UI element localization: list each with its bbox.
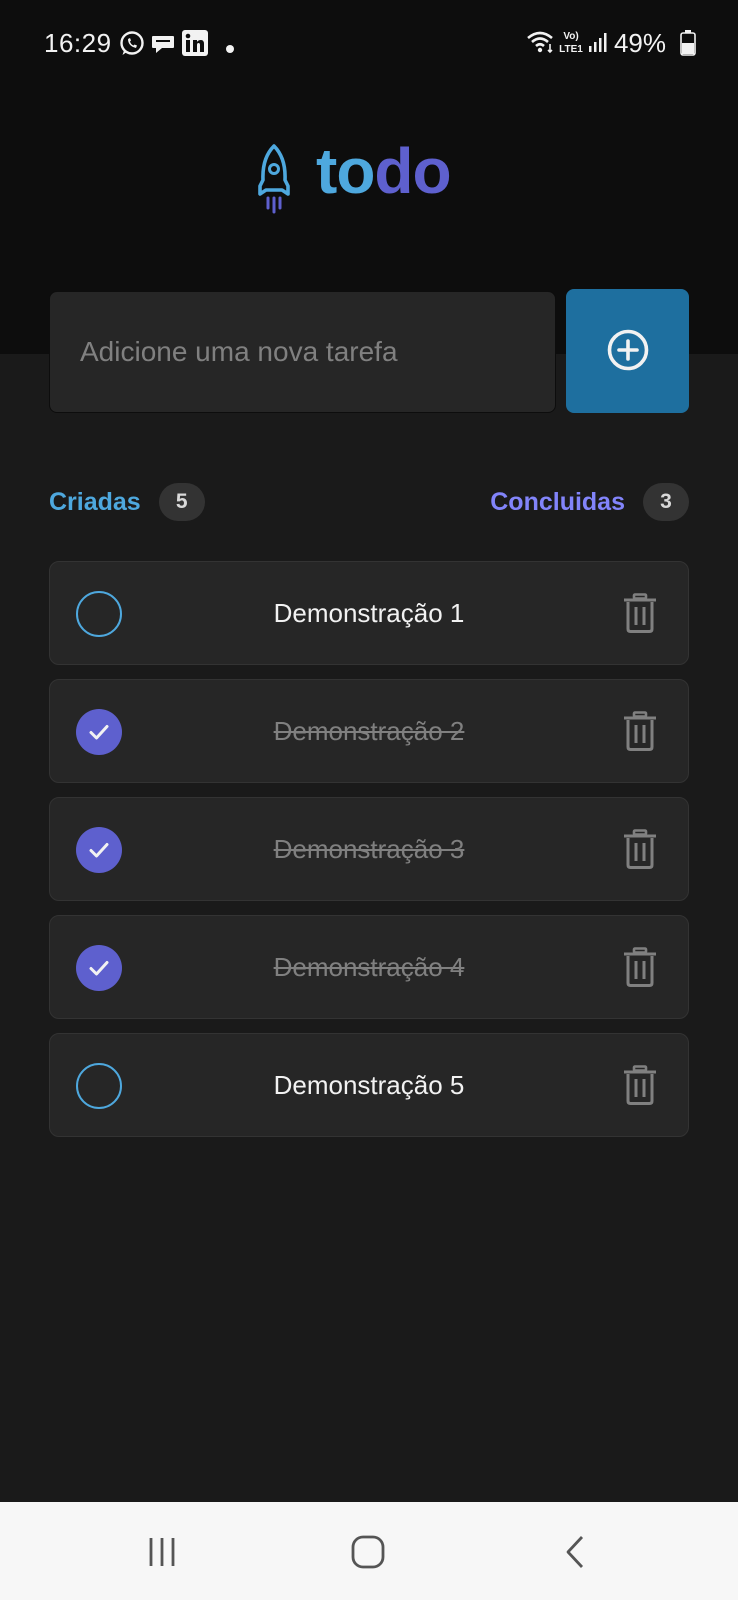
- todo-app-screen: 16:29 Vo) LTE1 49% todo Adicione uma nov…: [0, 0, 738, 1600]
- status-bar: 16:29 Vo) LTE1 49%: [0, 0, 738, 88]
- volte-icon: Vo) LTE1: [558, 28, 584, 59]
- task-item: Demonstração 4: [49, 915, 689, 1019]
- check-icon: [86, 955, 112, 981]
- created-count-badge: 5: [158, 483, 205, 521]
- created-label: Criadas: [49, 487, 141, 516]
- trash-icon[interactable]: [620, 828, 660, 870]
- check-icon: [86, 837, 112, 863]
- logo-text: todo: [316, 134, 452, 208]
- new-task-input[interactable]: [49, 291, 556, 413]
- back-icon[interactable]: [546, 1532, 606, 1572]
- task-text: Demonstração 1: [273, 597, 465, 628]
- logo-text-part2: do: [374, 135, 451, 207]
- svg-text:Vo): Vo): [563, 31, 578, 42]
- logo-text-part1: to: [316, 135, 375, 207]
- status-time: 16:29: [44, 28, 112, 58]
- task-item: Demonstração 2: [49, 679, 689, 783]
- task-text: Demonstração 4: [273, 951, 465, 982]
- check-icon: [86, 719, 112, 745]
- task-text: Demonstração 2: [273, 715, 465, 746]
- task-checkbox[interactable]: [76, 1063, 122, 1109]
- created-counter: Criadas 5: [49, 482, 205, 522]
- linkedin-icon: [182, 30, 208, 61]
- system-navigation-bar: [0, 1502, 738, 1600]
- recent-apps-icon[interactable]: [132, 1532, 192, 1572]
- wifi-icon: [526, 30, 556, 59]
- task-item: Demonstração 3: [49, 797, 689, 901]
- task-item: Demonstração 1: [49, 561, 689, 665]
- app-logo: todo: [252, 135, 492, 219]
- whatsapp-icon: [118, 30, 146, 63]
- plus-circle-icon: [606, 328, 650, 375]
- task-checkbox-checked[interactable]: [76, 945, 122, 991]
- trash-icon[interactable]: [620, 946, 660, 988]
- svg-text:LTE1: LTE1: [559, 44, 583, 55]
- done-counter: Concluidas 3: [490, 482, 689, 522]
- message-bubble-icon: [150, 32, 176, 63]
- system-icons: Vo) LTE1 49%: [526, 26, 696, 58]
- task-text: Demonstração 3: [273, 833, 465, 864]
- add-task-button[interactable]: [566, 289, 689, 413]
- rocket-icon: [252, 144, 296, 219]
- trash-icon[interactable]: [620, 1064, 660, 1106]
- task-checkbox-checked[interactable]: [76, 827, 122, 873]
- task-text: Demonstração 5: [273, 1069, 465, 1100]
- task-checkbox-checked[interactable]: [76, 709, 122, 755]
- trash-icon[interactable]: [620, 592, 660, 634]
- done-label: Concluidas: [490, 487, 625, 516]
- notification-dot-icon: [226, 40, 234, 58]
- done-count-badge: 3: [643, 483, 689, 521]
- battery-percent: 49%: [613, 28, 666, 58]
- signal-icon: [588, 32, 608, 59]
- task-item: Demonstração 5: [49, 1033, 689, 1137]
- battery-icon: [680, 30, 696, 61]
- home-icon[interactable]: [338, 1532, 398, 1572]
- task-checkbox[interactable]: [76, 591, 122, 637]
- trash-icon[interactable]: [620, 710, 660, 752]
